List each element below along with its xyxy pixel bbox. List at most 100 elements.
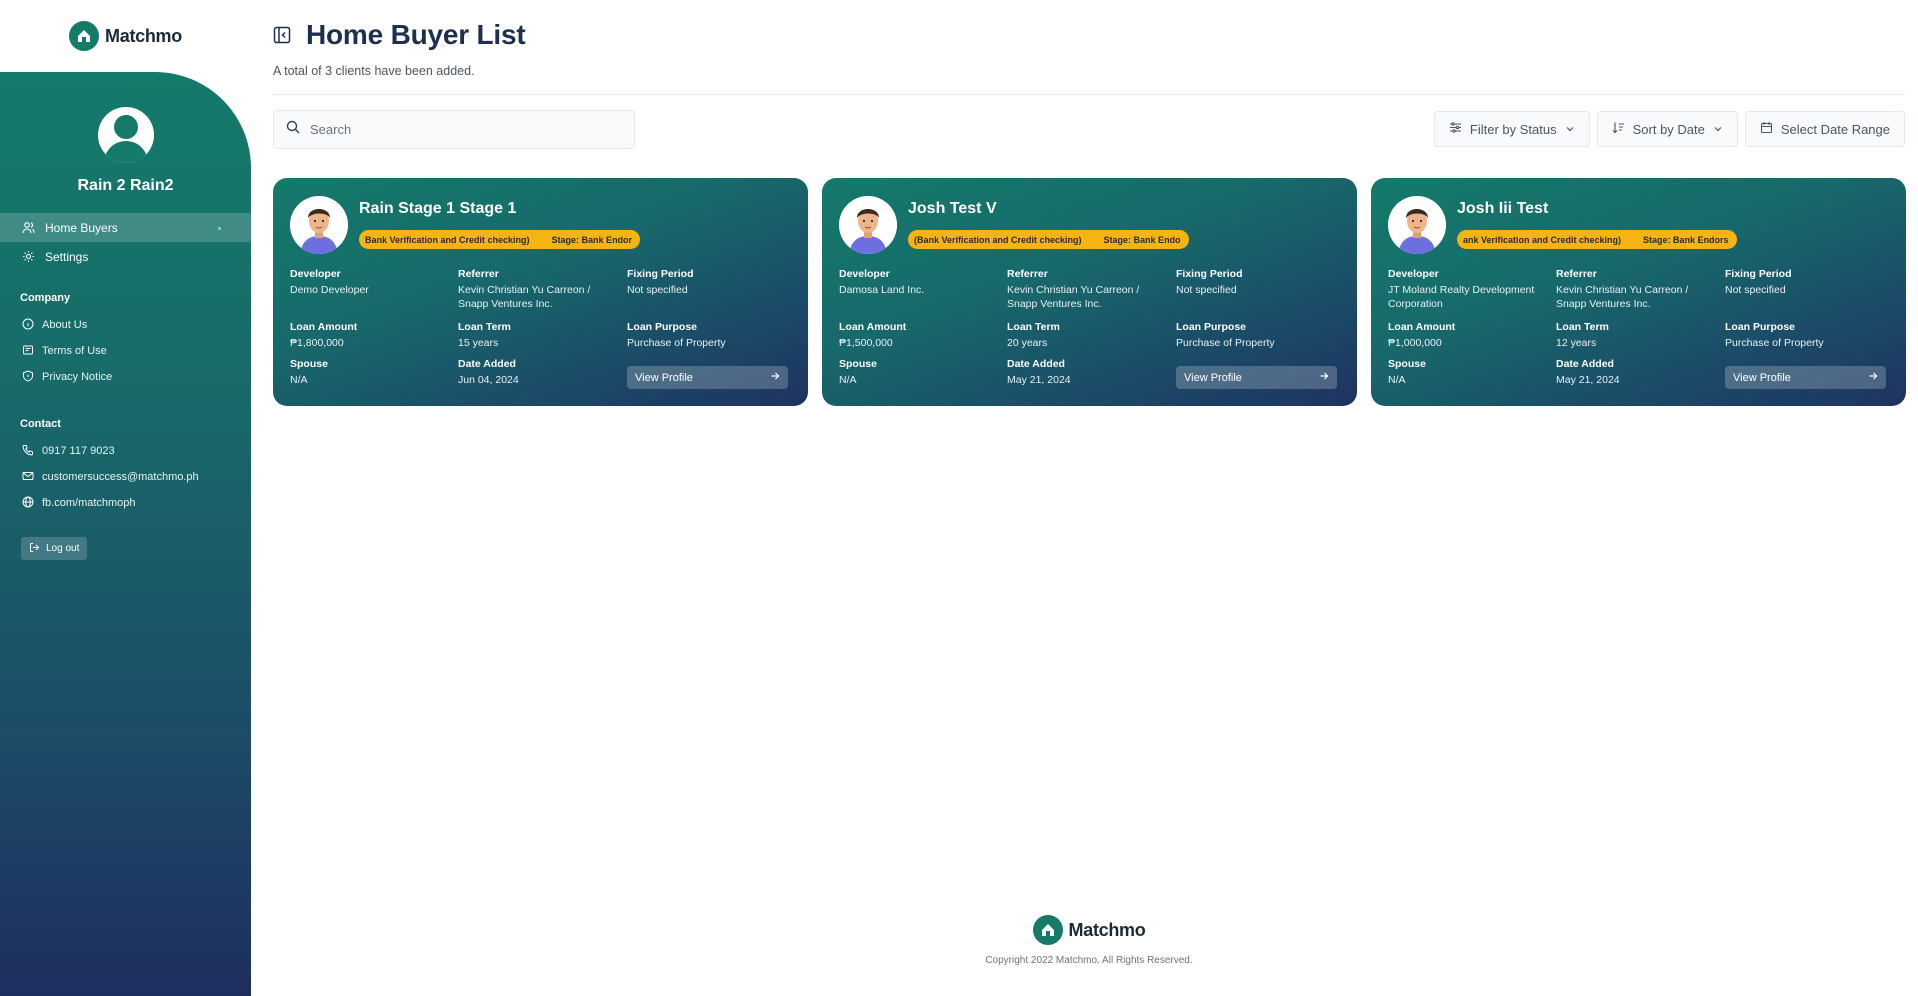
view-profile-label: View Profile [1184,371,1242,384]
loan-amount-field: Loan Amount ₱1,500,000 [839,321,999,350]
phone-icon [22,444,34,459]
field-label: Developer [839,268,890,280]
chevron-down-icon [1565,122,1575,137]
sidebar: Rain 2 Rain2 Home Buyers Settings Compan… [0,72,251,996]
field-label: Loan Purpose [1176,321,1247,333]
filter-label: Filter by Status [1469,121,1557,137]
field-label: Loan Term [458,321,511,333]
link-label: Terms of Use [42,345,107,357]
loan-purpose-field: Loan Purpose Purchase of Property [1176,321,1341,350]
date-added-field: Date Added May 21, 2024 [1007,358,1167,387]
facebook-contact[interactable]: fb.com/matchmoph [22,490,199,516]
stage-badge: Stage: Bank Endors [1643,234,1729,245]
link-label: Privacy Notice [42,371,113,383]
loan-purpose-field: Loan Purpose Purchase of Property [627,321,792,350]
developer-field: Developer Demo Developer [290,268,450,297]
mail-icon [22,470,34,485]
client-name: Josh Iii Test [1457,200,1549,217]
footer-brand: Matchmo [1032,915,1146,945]
sidebar-item-label: Settings [45,249,89,264]
view-profile-button[interactable]: View Profile [627,366,788,389]
field-value: 15 years [458,337,499,349]
terms-of-use-link[interactable]: Terms of Use [22,338,112,364]
sidebar-toggle-icon[interactable] [273,26,291,44]
field-value: Not specified [627,284,688,296]
referrer-field: Referrer Kevin Christian Yu Carreon / Sn… [458,268,618,311]
sidebar-item-settings[interactable]: Settings [0,242,251,271]
logout-icon [29,542,40,556]
select-date-range-button[interactable]: Select Date Range [1744,111,1905,147]
field-label: Referrer [1007,268,1048,280]
users-icon [22,221,35,234]
phone-contact[interactable]: 0917 117 9023 [22,438,199,464]
toolbar: Filter by Status Sort by Date Select Dat… [1433,111,1905,147]
footer: Matchmo Copyright 2022 Matchmo. All Righ… [273,915,1905,966]
about-us-link[interactable]: About Us [22,312,112,338]
client-card: Rain Stage 1 Stage 1 Bank Verification a… [273,178,808,406]
user-name: Rain 2 Rain2 [77,177,174,194]
filter-by-status-button[interactable]: Filter by Status [1433,111,1590,147]
field-value: Damosa Land Inc. [839,284,925,296]
privacy-notice-link[interactable]: Privacy Notice [22,364,112,390]
date-added-field: Date Added May 21, 2024 [1556,358,1716,387]
fixing-period-field: Fixing Period Not specified [1176,268,1341,297]
client-card: Josh Test V (Bank Verification and Credi… [822,178,1357,406]
view-profile-button[interactable]: View Profile [1176,366,1337,389]
title-row: Home Buyer List [273,19,526,51]
house-logo-icon [1032,915,1063,945]
contact-label: customersuccess@matchmo.ph [42,471,199,483]
field-value: 12 years [1556,337,1597,349]
loan-amount-field: Loan Amount ₱1,000,000 [1388,321,1548,350]
search-input[interactable] [310,122,610,137]
brand-header[interactable]: Matchmo [0,0,251,72]
gear-icon [22,250,35,263]
field-label: Referrer [458,268,499,280]
field-value: JT Moland Realty Development Corporation [1388,284,1535,310]
field-value: 20 years [1007,337,1048,349]
view-profile-button[interactable]: View Profile [1725,366,1886,389]
client-avatar [839,196,897,254]
company-section-title: Company [20,292,71,304]
status-badge: Bank Verification and Credit checking) [365,234,530,245]
search-box[interactable] [273,110,635,149]
chevron-down-icon [1713,122,1723,137]
logout-button[interactable]: Log out [21,537,88,560]
search-icon [286,120,300,139]
referrer-field: Referrer Kevin Christian Yu Carreon / Sn… [1007,268,1167,311]
client-card-list: Rain Stage 1 Stage 1 Bank Verification a… [273,178,1906,406]
stage-badge: Stage: Bank Endor [551,234,633,245]
copyright-text: Copyright 2022 Matchmo. All Rights Reser… [985,955,1193,966]
fixing-period-field: Fixing Period Not specified [627,268,792,297]
arrow-right-icon [1319,371,1329,384]
field-value: Kevin Christian Yu Carreon / Snapp Ventu… [458,284,591,310]
avatar [97,107,154,163]
developer-field: Developer JT Moland Realty Development C… [1388,268,1553,311]
date-range-label: Select Date Range [1780,121,1890,137]
field-value: Not specified [1176,284,1237,296]
field-value: ₱1,000,000 [1388,337,1442,349]
developer-field: Developer Damosa Land Inc. [839,268,999,297]
sidebar-nav: Home Buyers Settings [0,213,251,271]
date-added-field: Date Added Jun 04, 2024 [458,358,618,387]
field-label: Fixing Period [1725,268,1792,280]
referrer-field: Referrer Kevin Christian Yu Carreon / Sn… [1556,268,1716,311]
field-value: May 21, 2024 [1007,374,1071,386]
field-value: N/A [839,374,857,386]
field-label: Fixing Period [1176,268,1243,280]
field-value: Kevin Christian Yu Carreon / Snapp Ventu… [1007,284,1140,310]
info-icon [22,318,34,333]
client-name: Josh Test V [908,200,997,217]
loan-term-field: Loan Term 20 years [1007,321,1167,350]
field-label: Loan Amount [290,321,358,333]
sidebar-item-home-buyers[interactable]: Home Buyers [0,213,251,242]
user-profile: Rain 2 Rain2 [0,107,251,195]
status-badge: (Bank Verification and Credit checking) [914,234,1082,245]
view-profile-label: View Profile [635,371,693,384]
house-logo-icon [69,21,100,51]
email-contact[interactable]: customersuccess@matchmo.ph [22,464,199,490]
contact-label: fb.com/matchmoph [42,497,136,509]
divider [273,94,1905,95]
active-indicator [218,227,221,230]
field-label: Loan Term [1007,321,1060,333]
sort-by-date-button[interactable]: Sort by Date [1596,111,1738,147]
